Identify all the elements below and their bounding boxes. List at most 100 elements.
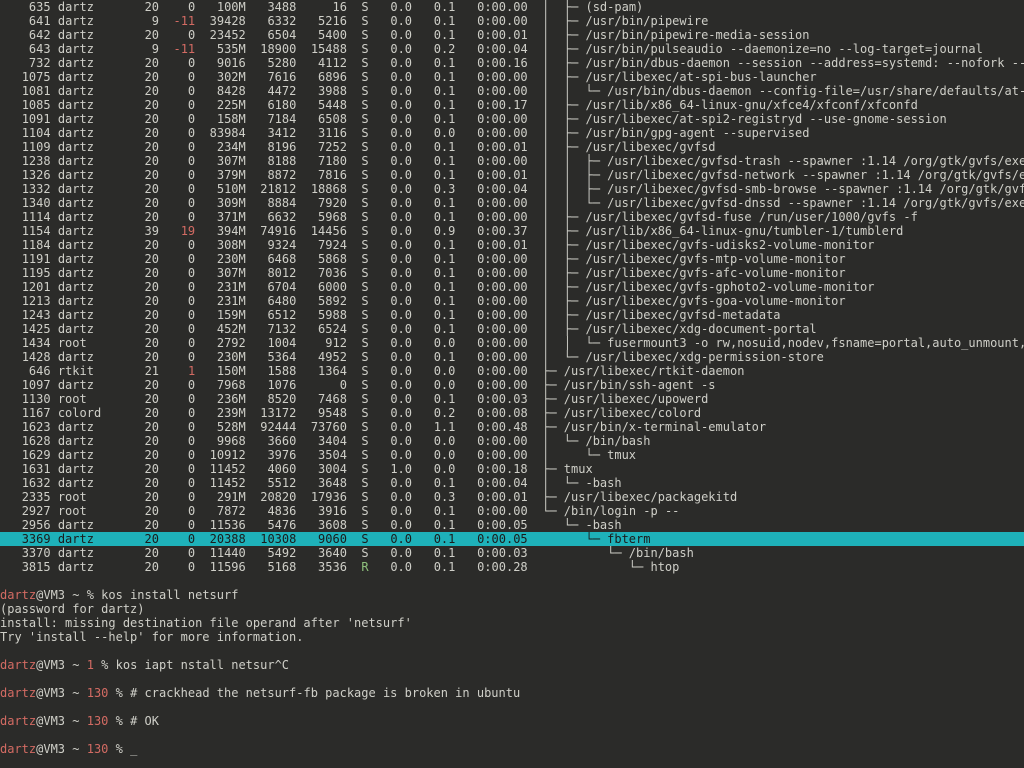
process-row[interactable]: 1632 dartz 20 0 11452 5512 3648 S 0.0 0.… xyxy=(0,476,1024,490)
terminal-window[interactable]: 635 dartz 20 0 100M 3488 16 S 0.0 0.1 0:… xyxy=(0,0,1024,768)
cpu-cell: 0.0 xyxy=(390,266,413,280)
process-row[interactable]: 643 dartz 9 -11 535M 18900 15488 S 0.0 0… xyxy=(0,42,1024,56)
process-row[interactable]: 1104 dartz 20 0 83984 3412 3116 S 0.0 0.… xyxy=(0,126,1024,140)
state-cell: S xyxy=(361,406,369,420)
mem-cell: 0.0 xyxy=(433,378,456,392)
process-row[interactable]: 642 dartz 20 0 23452 6504 5400 S 0.0 0.1… xyxy=(0,28,1024,42)
process-row[interactable]: 1097 dartz 20 0 7968 1076 0 S 0.0 0.0 0:… xyxy=(0,378,1024,392)
process-row[interactable]: 1191 dartz 20 0 230M 6468 5868 S 0.0 0.1… xyxy=(0,252,1024,266)
mem-cell: 0.3 xyxy=(433,490,456,504)
shr-cell: 7816 xyxy=(318,168,347,182)
process-row[interactable]: 646 rtkit 21 1 150M 1588 1364 S 0.0 0.0 … xyxy=(0,364,1024,378)
process-row[interactable]: 1340 dartz 20 0 309M 8884 7920 S 0.0 0.1… xyxy=(0,196,1024,210)
process-row[interactable]: 1243 dartz 20 0 159M 6512 5988 S 0.0 0.1… xyxy=(0,308,1024,322)
command-cell: ├─ /usr/bin/x-terminal-emulator xyxy=(534,420,767,434)
process-row[interactable]: 1167 colord 20 0 239M 13172 9548 S 0.0 0… xyxy=(0,406,1024,420)
time-cell: 0:00.00 xyxy=(477,294,528,308)
res-cell: 5512 xyxy=(267,476,297,490)
virt-cell: 158M xyxy=(216,112,246,126)
process-row[interactable]: 1091 dartz 20 0 158M 7184 6508 S 0.0 0.1… xyxy=(0,112,1024,126)
cpu-cell: 0.0 xyxy=(390,392,413,406)
res-cell: 6332 xyxy=(267,14,297,28)
prompt-symbol: % xyxy=(115,686,131,700)
process-row[interactable]: 1631 dartz 20 0 11452 4060 3004 S 1.0 0.… xyxy=(0,462,1024,476)
process-row[interactable]: 1332 dartz 20 0 510M 21812 18868 S 0.0 0… xyxy=(0,182,1024,196)
process-row[interactable]: 1114 dartz 20 0 371M 6632 5968 S 0.0 0.1… xyxy=(0,210,1024,224)
mem-cell: 0.2 xyxy=(433,406,456,420)
state-cell: S xyxy=(361,0,369,14)
res-cell: 3660 xyxy=(267,434,297,448)
time-cell: 0:00.00 xyxy=(477,154,528,168)
pid-cell: 3369 xyxy=(21,532,51,546)
process-row[interactable]: 635 dartz 20 0 100M 3488 16 S 0.0 0.1 0:… xyxy=(0,0,1024,14)
mem-cell: 0.1 xyxy=(433,294,456,308)
process-row[interactable]: 2956 dartz 20 0 11536 5476 3608 S 0.0 0.… xyxy=(0,518,1024,532)
priority-cell: 39 xyxy=(144,224,159,238)
res-cell: 8188 xyxy=(267,154,297,168)
priority-cell: 9 xyxy=(151,14,160,28)
virt-cell: 239M xyxy=(216,406,246,420)
virt-cell: 9968 xyxy=(216,434,246,448)
exit-code: 1 xyxy=(86,658,102,672)
process-row[interactable]: 1195 dartz 20 0 307M 8012 7036 S 0.0 0.1… xyxy=(0,266,1024,280)
time-cell: 0:00.01 xyxy=(477,168,528,182)
user-cell: dartz xyxy=(57,448,94,462)
shr-cell: 3988 xyxy=(318,84,347,98)
process-row[interactable]: 1629 dartz 20 0 10912 3976 3504 S 0.0 0.… xyxy=(0,448,1024,462)
res-cell: 7132 xyxy=(267,322,297,336)
process-row[interactable]: 641 dartz 9 -11 39428 6332 5216 S 0.0 0.… xyxy=(0,14,1024,28)
shr-cell: 5988 xyxy=(318,308,347,322)
user-cell: dartz xyxy=(57,462,94,476)
process-row[interactable]: 1085 dartz 20 0 225M 6180 5448 S 0.0 0.1… xyxy=(0,98,1024,112)
virt-cell: 150M xyxy=(216,364,246,378)
pid-cell: 1201 xyxy=(21,280,51,294)
shr-cell: 5216 xyxy=(318,14,347,28)
mem-cell: 0.0 xyxy=(433,336,456,350)
time-cell: 0:00.00 xyxy=(477,378,528,392)
process-row[interactable]: 1428 dartz 20 0 230M 5364 4952 S 0.0 0.1… xyxy=(0,350,1024,364)
priority-cell: 20 xyxy=(144,252,159,266)
process-row[interactable]: 1434 root 20 0 2792 1004 912 S 0.0 0.0 0… xyxy=(0,336,1024,350)
process-row[interactable]: 1075 dartz 20 0 302M 7616 6896 S 0.0 0.1… xyxy=(0,70,1024,84)
res-cell: 5364 xyxy=(267,350,297,364)
process-row[interactable]: 732 dartz 20 0 9016 5280 4112 S 0.0 0.1 … xyxy=(0,56,1024,70)
user-cell: dartz xyxy=(57,434,94,448)
process-row-selected[interactable]: 3369 dartz 20 0 20388 10308 9060 S 0.0 0… xyxy=(0,532,1024,546)
pid-cell: 1097 xyxy=(21,378,51,392)
process-row[interactable]: 1109 dartz 20 0 234M 8196 7252 S 0.0 0.1… xyxy=(0,140,1024,154)
user-cell: dartz xyxy=(57,224,94,238)
process-row[interactable]: 1081 dartz 20 0 8428 4472 3988 S 0.0 0.1… xyxy=(0,84,1024,98)
process-row[interactable]: 3815 dartz 20 0 11596 5168 3536 R 0.0 0.… xyxy=(0,560,1024,574)
process-row[interactable]: 1628 dartz 20 0 9968 3660 3404 S 0.0 0.0… xyxy=(0,434,1024,448)
state-cell: S xyxy=(361,42,369,56)
process-row[interactable]: 1184 dartz 20 0 308M 9324 7924 S 0.0 0.1… xyxy=(0,238,1024,252)
cpu-cell: 0.0 xyxy=(390,42,413,56)
shr-cell: 6524 xyxy=(318,322,347,336)
priority-cell: 20 xyxy=(144,98,159,112)
time-cell: 0:00.00 xyxy=(477,266,528,280)
res-cell: 6632 xyxy=(267,210,297,224)
process-row[interactable]: 3370 dartz 20 0 11440 5492 3640 S 0.0 0.… xyxy=(0,546,1024,560)
process-row[interactable]: 1201 dartz 20 0 231M 6704 6000 S 0.0 0.1… xyxy=(0,280,1024,294)
priority-cell: 20 xyxy=(144,56,160,70)
shr-cell: 15488 xyxy=(310,42,347,56)
process-row[interactable]: 1238 dartz 20 0 307M 8188 7180 S 0.0 0.1… xyxy=(0,154,1024,168)
res-cell: 9324 xyxy=(267,238,297,252)
command-cell: │ ├─ /usr/bin/dbus-daemon --session --ad… xyxy=(542,56,1024,70)
process-row[interactable]: 1213 dartz 20 0 231M 6480 5892 S 0.0 0.1… xyxy=(0,294,1024,308)
pid-cell: 2956 xyxy=(21,518,51,532)
process-row[interactable]: 1130 root 20 0 236M 8520 7468 S 0.0 0.1 … xyxy=(0,392,1024,406)
shr-cell: 14456 xyxy=(310,224,347,238)
shr-cell: 5448 xyxy=(318,98,347,112)
process-row[interactable]: 1623 dartz 20 0 528M 92444 73760 S 0.0 1… xyxy=(0,420,1024,434)
prompt-user: dartz xyxy=(0,742,37,756)
process-row[interactable]: 2335 root 20 0 291M 20820 17936 S 0.0 0.… xyxy=(0,490,1024,504)
prompt-line: dartz@VM3 ~ 130 % # OK xyxy=(0,714,1024,728)
time-cell: 0:00.00 xyxy=(477,280,528,294)
process-row[interactable]: 1326 dartz 20 0 379M 8872 7816 S 0.0 0.1… xyxy=(0,168,1024,182)
state-cell: S xyxy=(361,280,369,294)
process-row[interactable]: 1154 dartz 39 19 394M 74916 14456 S 0.0 … xyxy=(0,224,1024,238)
process-row[interactable]: 1425 dartz 20 0 452M 7132 6524 S 0.0 0.1… xyxy=(0,322,1024,336)
shr-cell: 912 xyxy=(325,336,347,350)
process-row[interactable]: 2927 root 20 0 7872 4836 3916 S 0.0 0.1 … xyxy=(0,504,1024,518)
